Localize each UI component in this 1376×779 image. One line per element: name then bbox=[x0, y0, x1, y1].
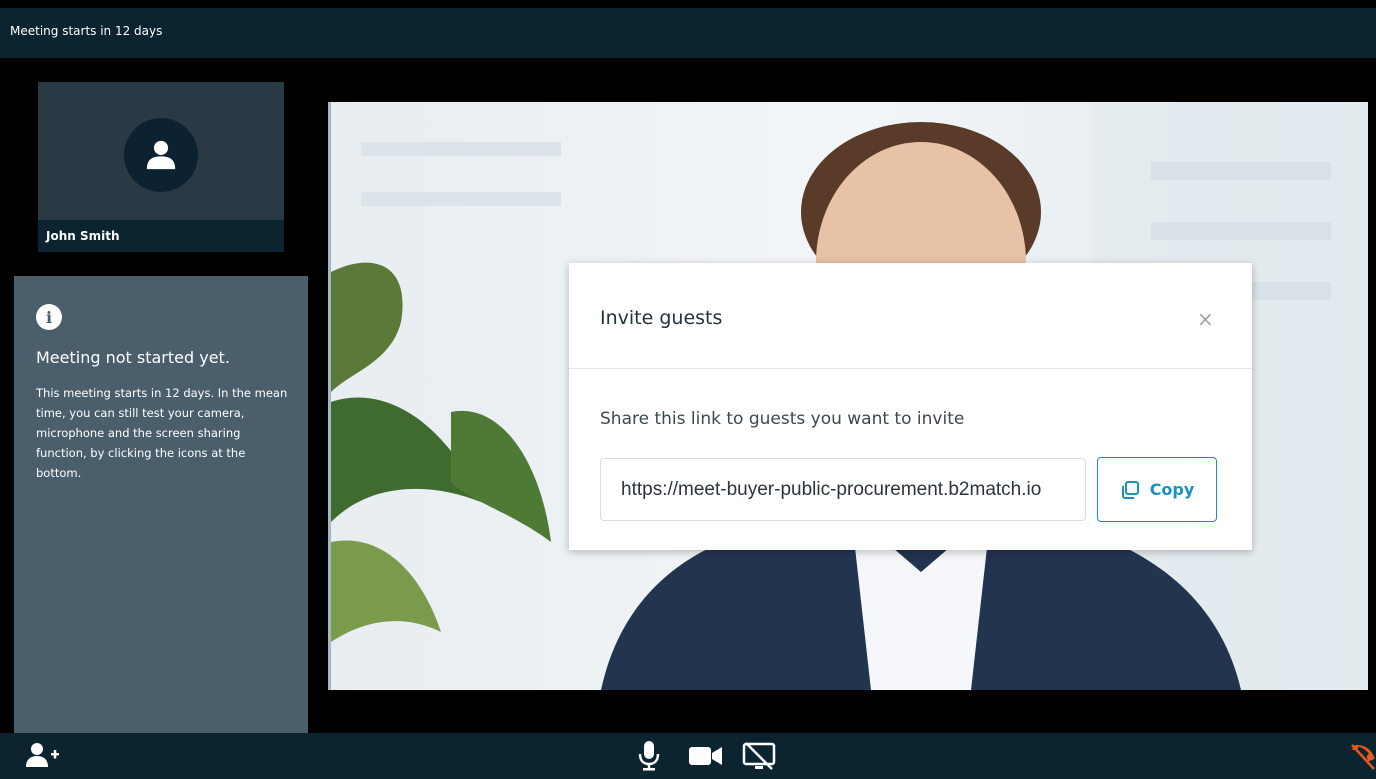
info-icon: i bbox=[36, 304, 62, 330]
user-icon bbox=[124, 118, 198, 192]
self-video-tile[interactable]: John Smith bbox=[38, 82, 284, 252]
meeting-countdown-title: Meeting starts in 12 days bbox=[10, 24, 163, 38]
invite-link-input[interactable] bbox=[600, 458, 1086, 521]
copy-icon bbox=[1121, 480, 1139, 499]
microphone-icon[interactable] bbox=[638, 741, 660, 775]
camera-icon[interactable] bbox=[689, 741, 723, 775]
close-icon[interactable]: × bbox=[1197, 307, 1214, 331]
participant-name: John Smith bbox=[46, 229, 120, 243]
bottom-toolbar bbox=[0, 733, 1376, 779]
top-bar: Meeting starts in 12 days bbox=[0, 8, 1376, 58]
hang-up-icon[interactable] bbox=[1350, 741, 1376, 775]
modal-header: Invite guests × bbox=[569, 263, 1252, 369]
copy-button[interactable]: Copy bbox=[1097, 457, 1217, 522]
screen-share-off-icon[interactable] bbox=[742, 741, 776, 775]
meeting-info-panel: i Meeting not started yet. This meeting … bbox=[14, 276, 308, 733]
info-title: Meeting not started yet. bbox=[36, 348, 230, 367]
info-text: This meeting starts in 12 days. In the m… bbox=[36, 386, 288, 480]
copy-button-label: Copy bbox=[1149, 480, 1195, 499]
invite-guests-modal: Invite guests × Share this link to guest… bbox=[569, 263, 1252, 550]
share-link-label: Share this link to guests you want to in… bbox=[600, 409, 965, 429]
add-user-icon[interactable] bbox=[26, 741, 60, 773]
modal-title: Invite guests bbox=[600, 307, 723, 329]
participant-name-bar: John Smith bbox=[38, 220, 284, 252]
